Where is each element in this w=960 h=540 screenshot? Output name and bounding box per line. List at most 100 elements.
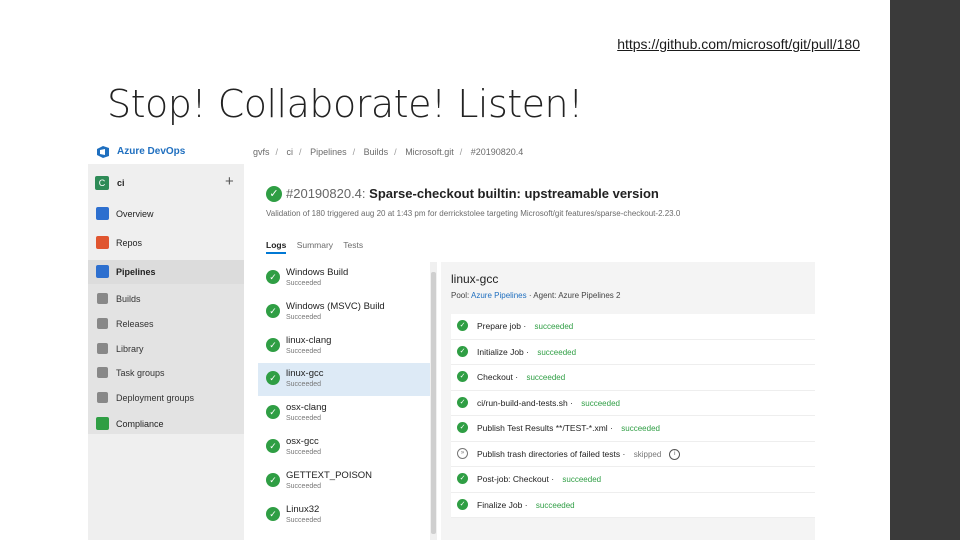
pull-request-link[interactable]: https://github.com/microsoft/git/pull/18… xyxy=(520,36,860,52)
success-check-icon: ✓ xyxy=(457,396,468,408)
add-icon[interactable]: + xyxy=(225,173,234,190)
project-name: ci xyxy=(117,178,125,188)
run-number: #20190820.4: xyxy=(286,186,366,201)
success-check-icon: ✓ xyxy=(457,422,468,433)
sidebar-item-label: Pipelines xyxy=(116,267,156,277)
azure-devops-logo-icon[interactable] xyxy=(96,145,110,159)
breadcrumb-item[interactable]: Pipelines xyxy=(310,147,347,157)
sidebar-item-label: Builds xyxy=(116,294,141,304)
success-check-icon: ✓ xyxy=(266,371,280,385)
job-item[interactable]: ✓ osx-gcc Succeeded xyxy=(258,431,430,464)
job-item[interactable]: ✓ GETTEXT_POISON Succeeded xyxy=(258,465,430,498)
sidebar-item-repos[interactable]: Repos xyxy=(88,231,244,255)
job-name: linux-gcc xyxy=(286,368,324,379)
step-item[interactable]: ✓ Prepare job · succeeded xyxy=(451,314,815,340)
breadcrumb-item[interactable]: Builds xyxy=(364,147,389,157)
step-name: Post-job: Checkout xyxy=(477,474,549,484)
step-item[interactable]: ✓ Initialize Job · succeeded xyxy=(451,340,815,365)
step-status: succeeded xyxy=(526,373,566,382)
step-status: succeeded xyxy=(535,500,575,510)
breadcrumb-item[interactable]: Microsoft.git xyxy=(405,147,454,157)
agent-info: · Agent: Azure Pipelines 2 xyxy=(526,291,621,300)
sidebar-item-deployment-groups[interactable]: Deployment groups xyxy=(88,386,244,410)
skipped-icon: » xyxy=(457,447,468,459)
success-check-icon: ✓ xyxy=(266,507,280,521)
builds-icon xyxy=(97,293,108,304)
top-bar: Azure DevOps gvfs / ci / Pipelines / Builds… xyxy=(88,140,815,164)
sidebar-item-label: Compliance xyxy=(116,419,164,429)
job-status: Succeeded xyxy=(286,381,322,388)
success-check-icon: ✓ xyxy=(266,338,280,352)
tab-summary[interactable]: Summary xyxy=(297,240,333,250)
tab-logs[interactable]: Logs xyxy=(266,240,287,254)
sidebar-item-label: Task groups xyxy=(116,368,165,378)
job-status: Succeeded xyxy=(286,348,322,355)
compliance-icon xyxy=(96,417,109,430)
success-check-icon: ✓ xyxy=(457,320,468,331)
step-item[interactable]: ✓ Finalize Job · succeeded xyxy=(451,493,815,518)
run-title-text: Sparse-checkout builtin: upstreamable ve… xyxy=(369,186,659,201)
sidebar-item-library[interactable]: Library xyxy=(88,337,244,361)
job-item-selected[interactable]: ✓ linux-gcc Succeeded xyxy=(258,363,430,396)
job-status: Succeeded xyxy=(286,483,322,490)
step-status: succeeded xyxy=(534,322,574,331)
pool-label: Pool: xyxy=(451,291,472,300)
slide-title: Stop! Collaborate! Listen! xyxy=(107,82,583,126)
step-name: Initialize Job xyxy=(477,346,524,357)
step-item[interactable]: ✓ Publish Test Results **/TEST-*.xml · s… xyxy=(451,416,815,442)
step-item[interactable]: » Publish trash directories of failed te… xyxy=(451,442,815,467)
scrollbar-thumb[interactable] xyxy=(431,272,436,534)
pipelines-icon xyxy=(96,265,109,278)
breadcrumb-item[interactable]: ci xyxy=(287,147,294,157)
job-item[interactable]: ✓ linux-clang Succeeded xyxy=(258,330,430,363)
sidebar: C ci + Overview Repos Pipelines Builds R… xyxy=(88,164,244,540)
step-item[interactable]: ✓ Checkout · succeeded xyxy=(451,365,815,391)
job-status: Succeeded xyxy=(286,449,322,456)
job-name: Windows (MSVC) Build xyxy=(286,301,385,312)
step-item[interactable]: ✓ ci/run-build-and-tests.sh · succeeded xyxy=(451,391,815,416)
job-item[interactable]: ✓ Linux32 Succeeded xyxy=(258,499,430,532)
step-item[interactable]: ✓ Post-job: Checkout · succeeded xyxy=(451,467,815,493)
job-name: osx-clang xyxy=(286,402,327,413)
sidebar-item-compliance[interactable]: Compliance xyxy=(88,412,244,436)
job-item[interactable]: ✓ Windows (MSVC) Build Succeeded xyxy=(258,296,430,329)
step-name: ci/run-build-and-tests.sh xyxy=(477,397,568,408)
sidebar-item-label: Releases xyxy=(116,319,154,329)
info-icon[interactable]: i xyxy=(669,448,681,460)
sidebar-item-task-groups[interactable]: Task groups xyxy=(88,361,244,385)
step-list: ✓ Prepare job · succeeded ✓ Initialize J… xyxy=(451,314,815,518)
sidebar-item-releases[interactable]: Releases xyxy=(88,312,244,336)
sidebar-item-pipelines[interactable]: Pipelines xyxy=(88,260,244,284)
project-selector[interactable]: C ci + xyxy=(88,168,244,196)
breadcrumb-item[interactable]: gvfs xyxy=(253,147,270,157)
sidebar-item-builds[interactable]: Builds xyxy=(88,287,244,311)
job-detail-title: linux-gcc xyxy=(451,272,499,286)
success-check-icon: ✓ xyxy=(457,473,468,484)
sidebar-item-overview[interactable]: Overview xyxy=(88,202,244,226)
step-status: succeeded xyxy=(562,475,602,484)
job-list: ✓ Windows Build Succeeded ✓ Windows (MSV… xyxy=(258,262,430,540)
deployment-groups-icon xyxy=(97,392,108,403)
job-status: Succeeded xyxy=(286,517,322,524)
task-groups-icon xyxy=(97,367,108,378)
job-name: linux-clang xyxy=(286,335,332,346)
tab-tests[interactable]: Tests xyxy=(343,240,363,250)
job-status: Succeeded xyxy=(286,314,322,321)
step-name: Publish trash directories of failed test… xyxy=(477,448,621,459)
success-check-icon: ✓ xyxy=(266,439,280,453)
sidebar-item-label: Overview xyxy=(116,209,154,219)
job-item[interactable]: ✓ Windows Build Succeeded xyxy=(258,262,430,295)
job-list-scrollbar[interactable] xyxy=(430,262,437,540)
job-status: Succeeded xyxy=(286,415,322,422)
job-detail-panel: linux-gcc Pool: Azure Pipelines · Agent:… xyxy=(441,262,815,540)
success-check-icon: ✓ xyxy=(457,371,468,382)
sidebar-item-label: Repos xyxy=(116,238,143,248)
breadcrumb-item[interactable]: #20190820.4 xyxy=(471,147,524,157)
brand-name[interactable]: Azure DevOps xyxy=(117,146,185,157)
run-title: #20190820.4: Sparse-checkout builtin: up… xyxy=(286,186,659,201)
pool-link[interactable]: Azure Pipelines xyxy=(471,291,527,300)
breadcrumb: gvfs / ci / Pipelines / Builds / Microsoft.g… xyxy=(253,147,524,157)
step-name: Publish Test Results **/TEST-*.xml xyxy=(477,423,608,433)
job-item[interactable]: ✓ osx-clang Succeeded xyxy=(258,397,430,430)
job-status: Succeeded xyxy=(286,280,322,287)
